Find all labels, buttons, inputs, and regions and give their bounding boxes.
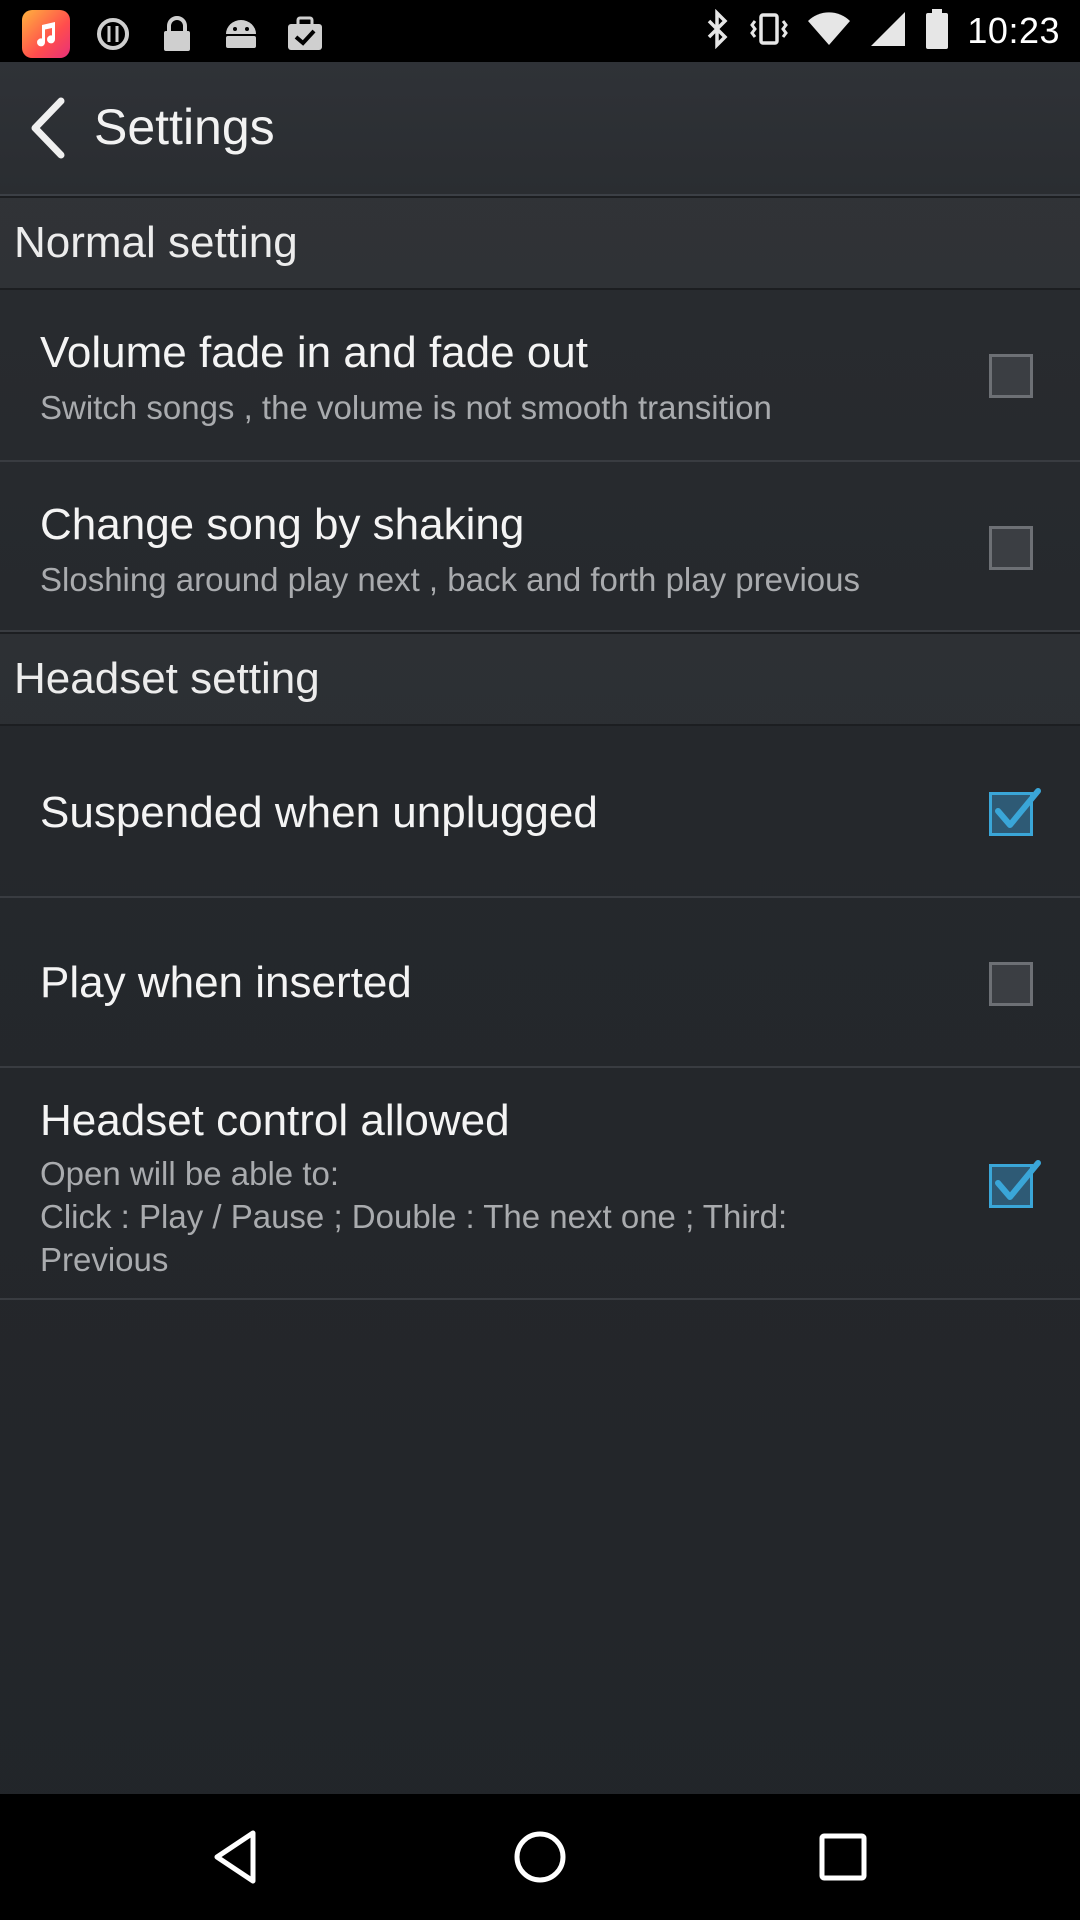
play-inserted-checkbox[interactable] — [989, 962, 1033, 1006]
android-icon — [220, 13, 262, 55]
lock-icon — [156, 13, 198, 55]
checkmark-icon — [995, 1160, 1041, 1200]
bluetooth-icon — [705, 8, 731, 54]
setting-title: Play when inserted — [40, 958, 412, 1007]
section-title: Headset setting — [14, 654, 320, 703]
alert-circle-icon — [92, 13, 134, 55]
setting-title: Volume fade in and fade out — [40, 328, 588, 377]
back-button[interactable] — [18, 90, 76, 166]
system-status: 10:23 — [705, 6, 1060, 56]
checkmark-icon — [995, 788, 1041, 828]
clipboard-check-icon — [284, 13, 326, 55]
setting-subtitle: Sloshing around play next , back and for… — [40, 561, 861, 598]
section-header-headset: Headset setting — [0, 632, 1080, 726]
nav-back-button[interactable] — [202, 1822, 272, 1892]
recents-nav-icon — [819, 1833, 867, 1881]
setting-shake-change[interactable]: Change song by shaking Sloshing around p… — [0, 462, 1080, 632]
chevron-left-icon — [31, 97, 65, 159]
screen: 10:23 Settings Normal setting Volume fad… — [0, 0, 1080, 1920]
page-title: Settings — [94, 99, 275, 155]
music-app-icon — [22, 10, 70, 58]
setting-subtitle: Switch songs , the volume is not smooth … — [40, 389, 772, 426]
setting-headset-control[interactable]: Headset control allowed Open will be abl… — [0, 1068, 1080, 1300]
home-nav-icon — [514, 1831, 566, 1883]
setting-title: Suspended when unplugged — [40, 788, 598, 837]
wifi-icon — [807, 11, 851, 52]
setting-suspend-unplugged[interactable]: Suspended when unplugged — [0, 726, 1080, 898]
nav-recents-button[interactable] — [808, 1822, 878, 1892]
nav-home-button[interactable] — [505, 1822, 575, 1892]
navigation-bar — [0, 1794, 1080, 1920]
section-header-normal: Normal setting — [0, 196, 1080, 290]
shake-change-checkbox[interactable] — [989, 526, 1033, 570]
suspend-unplugged-checkbox[interactable] — [989, 788, 1041, 836]
setting-volume-fade[interactable]: Volume fade in and fade out Switch songs… — [0, 290, 1080, 462]
back-nav-icon — [214, 1830, 256, 1884]
vibrate-icon — [749, 9, 789, 54]
notification-icons — [22, 10, 326, 58]
setting-title: Change song by shaking — [40, 500, 525, 549]
setting-title: Headset control allowed — [40, 1096, 510, 1145]
volume-fade-checkbox[interactable] — [989, 354, 1033, 398]
section-title: Normal setting — [14, 218, 298, 267]
signal-icon — [869, 10, 907, 53]
battery-icon — [925, 8, 949, 55]
setting-subtitle: Open will be able to: Click : Play / Pau… — [40, 1155, 788, 1278]
app-header: Settings — [0, 62, 1080, 197]
status-bar: 10:23 — [0, 0, 1080, 62]
clock: 10:23 — [967, 10, 1060, 51]
headset-control-checkbox[interactable] — [989, 1160, 1041, 1208]
setting-play-inserted[interactable]: Play when inserted — [0, 898, 1080, 1068]
